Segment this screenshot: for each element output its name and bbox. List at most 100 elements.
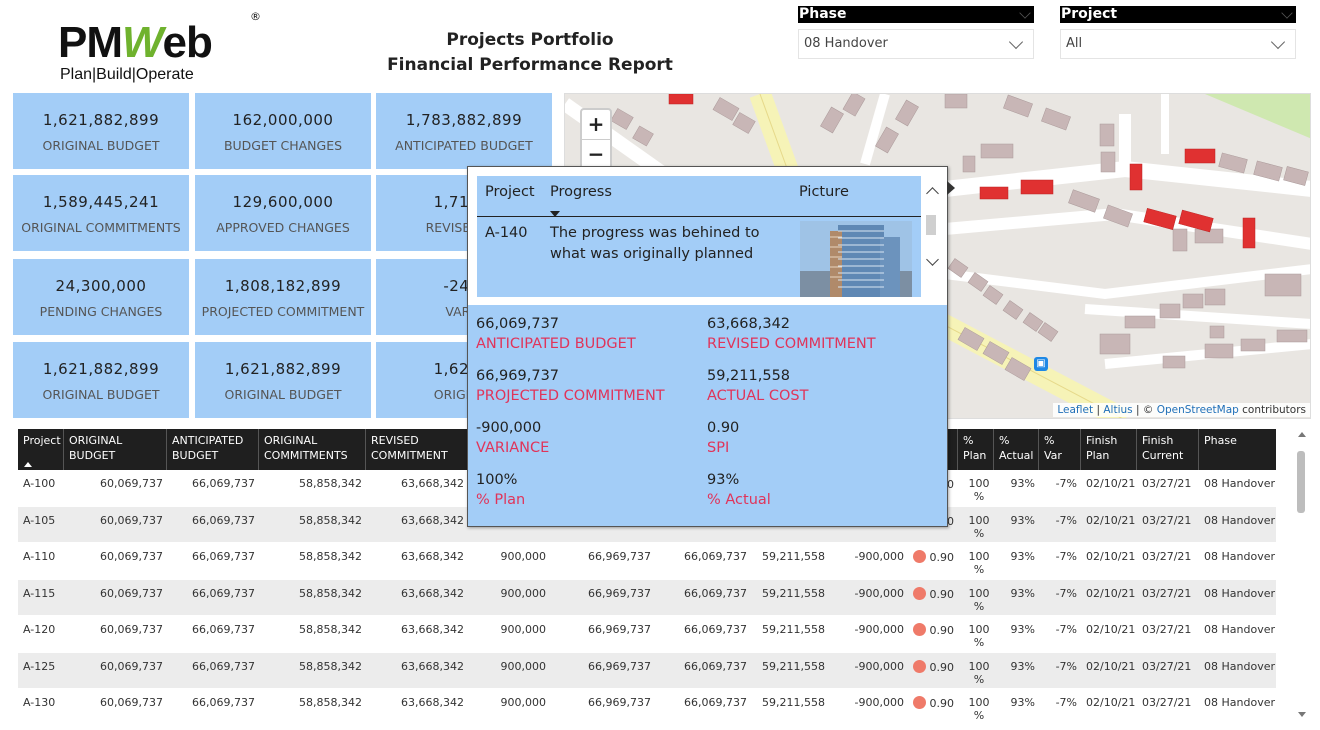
- cell-revised-commitment: 63,668,342: [366, 653, 468, 689]
- cell-text: A-125: [23, 659, 56, 673]
- tooltip-metric: 100% % Plan: [476, 472, 696, 508]
- cell-variance: -900,000: [829, 580, 908, 616]
- column-header-phase[interactable]: Phase: [1199, 429, 1276, 470]
- tooltip-header-project[interactable]: Project: [485, 184, 535, 200]
- column-header-project[interactable]: Project: [18, 429, 64, 470]
- phase-dropdown[interactable]: 08 Handover: [798, 29, 1034, 59]
- column-header-anticipated-budget[interactable]: ANTICIPATED BUDGET: [167, 429, 259, 470]
- tooltip-header-picture[interactable]: Picture: [799, 184, 849, 200]
- tooltip-scrollbar[interactable]: [925, 185, 939, 269]
- chevron-down-icon[interactable]: [1281, 7, 1293, 19]
- column-header-finish-current[interactable]: Finish Current: [1137, 429, 1199, 470]
- kpi-card[interactable]: 162,000,000 BUDGET CHANGES: [195, 93, 371, 169]
- column-header-original-budget[interactable]: ORIGINAL BUDGET: [64, 429, 167, 470]
- cell-text: 100 %: [968, 696, 990, 722]
- table-row[interactable]: A-110 60,069,737 66,069,737 58,858,342 63,66…: [18, 543, 1276, 580]
- altius-link[interactable]: Altius: [1103, 404, 1132, 416]
- sort-ascending-icon[interactable]: [24, 462, 32, 467]
- cell-text: -7%: [1055, 477, 1077, 490]
- metric-label: SPI: [707, 440, 730, 456]
- kpi-card[interactable]: 1,621,882,899 ORIGINAL BUDGET: [13, 93, 189, 169]
- kpi-label: ORIGINAL BUDGET: [224, 387, 342, 402]
- table-row[interactable]: A-125 60,069,737 66,069,737 58,858,342 63,66…: [18, 652, 1276, 689]
- cell-finish-current: 03/27/21: [1137, 543, 1199, 579]
- phase-slicer[interactable]: Phase 08 Handover: [798, 6, 1034, 59]
- cell-project: A-110: [18, 543, 64, 579]
- cell-changes: 900,000: [468, 653, 550, 689]
- kpi-card[interactable]: 1,621,882,899 ORIGINAL BUDGET: [195, 342, 371, 418]
- metric-label: PROJECTED COMMITMENT: [476, 388, 665, 404]
- metric-value: -900,000: [476, 420, 542, 436]
- cell-text: 66,069,737: [192, 696, 255, 709]
- cell-text: 66,969,737: [588, 659, 651, 673]
- cell-pct-var: -7%: [1039, 689, 1081, 725]
- cell-text: 60,069,737: [100, 659, 163, 673]
- kpi-card[interactable]: 24,300,000 PENDING CHANGES: [13, 259, 189, 335]
- kpi-card[interactable]: 1,621,882,899 ORIGINAL BUDGET: [13, 342, 189, 418]
- cell-text: 66,069,737: [192, 586, 255, 600]
- chevron-down-icon[interactable]: [926, 253, 939, 266]
- cell-actual-cost: 59,211,558: [751, 653, 829, 689]
- cell-text: A-100: [23, 477, 56, 490]
- cell-phase: 08 Handover: [1199, 580, 1276, 616]
- kpi-card[interactable]: 1,589,445,241 ORIGINAL COMMITMENTS: [13, 175, 189, 251]
- column-header-pct-var[interactable]: % Var: [1039, 429, 1081, 470]
- cell-text: 66,069,737: [684, 696, 747, 709]
- cell-phase: 08 Handover: [1199, 653, 1276, 689]
- column-header-pct-actual[interactable]: % Actual: [994, 429, 1039, 470]
- tooltip-metric: -900,000 VARIANCE: [476, 420, 696, 456]
- table-row[interactable]: A-115 60,069,737 66,069,737 58,858,342 63,66…: [18, 579, 1276, 616]
- cell-text: 59,211,558: [762, 586, 825, 600]
- tooltip-header-progress[interactable]: Progress: [550, 184, 612, 200]
- map-zoom-control[interactable]: + −: [580, 108, 612, 172]
- scroll-down-icon[interactable]: [1298, 712, 1306, 717]
- cell-text: 66,969,737: [588, 586, 651, 600]
- cell-text: 66,969,737: [588, 696, 651, 709]
- column-header-original-commitments[interactable]: ORIGINAL COMMITMENTS: [259, 429, 366, 470]
- cell-revised-commitment: 63,668,342: [366, 689, 468, 725]
- scroll-thumb[interactable]: [1297, 451, 1305, 513]
- attribution-tail: contributors: [1238, 404, 1306, 416]
- phase-slicer-header: Phase: [798, 6, 1034, 23]
- cell-text: 63,668,342: [401, 659, 464, 673]
- osm-link[interactable]: OpenStreetMap: [1157, 404, 1239, 416]
- cell-revised-commitment: 63,668,342: [366, 580, 468, 616]
- chevron-down-icon[interactable]: [1270, 34, 1286, 50]
- chevron-up-icon[interactable]: [926, 187, 939, 200]
- kpi-card[interactable]: 1,783,882,899 ANTICIPATED BUDGET: [376, 93, 552, 169]
- cell-text: 100 %: [968, 513, 990, 540]
- report-title-line2: Financial Performance Report: [387, 55, 673, 75]
- cell-text: 66,969,737: [588, 623, 651, 636]
- cell-actual-cost: 59,211,558: [751, 689, 829, 725]
- tooltip-scroll-thumb[interactable]: [926, 215, 936, 235]
- column-header-finish-plan[interactable]: Finish Plan: [1081, 429, 1137, 470]
- chevron-down-icon[interactable]: [1008, 34, 1024, 50]
- scroll-up-icon[interactable]: [1298, 432, 1306, 437]
- table-row[interactable]: A-130 60,069,737 66,069,737 58,858,342 63,66…: [18, 689, 1276, 726]
- table-scrollbar[interactable]: [1297, 432, 1307, 717]
- kpi-card[interactable]: 1,808,182,899 PROJECTED COMMITMENT: [195, 259, 371, 335]
- chevron-down-icon[interactable]: [1019, 7, 1031, 19]
- column-header-revised-commitment[interactable]: REVISED COMMITMENT: [366, 429, 468, 470]
- column-header-pct-plan[interactable]: % Plan: [958, 429, 994, 470]
- zoom-in-button[interactable]: +: [582, 110, 610, 140]
- cell-original-commitments: 58,858,342: [259, 653, 366, 689]
- cell-revised-commitment: 63,668,342: [366, 616, 468, 652]
- project-dropdown[interactable]: All: [1060, 29, 1296, 59]
- cell-text: 08 Handover: [1204, 513, 1275, 527]
- table-row[interactable]: A-120 60,069,737 66,069,737 58,858,342 63,66…: [18, 616, 1276, 653]
- cell-text: 63,668,342: [401, 513, 464, 527]
- project-slicer[interactable]: Project All: [1060, 6, 1296, 59]
- project-tooltip: Project Progress Picture A-140 The progr…: [467, 166, 955, 527]
- cell-text: 93%: [1010, 623, 1035, 636]
- status-dot-icon: [912, 696, 926, 709]
- cell-original-budget: 60,069,737: [64, 616, 167, 652]
- leaflet-link[interactable]: Leaflet: [1057, 404, 1093, 416]
- cell-original-commitments: 58,858,342: [259, 689, 366, 725]
- header-label: ANTICIPATED BUDGET: [172, 434, 244, 462]
- cell-project: A-125: [18, 653, 64, 689]
- attribution-separator: |: [1093, 404, 1104, 416]
- cell-original-budget: 60,069,737: [64, 543, 167, 579]
- kpi-card[interactable]: 129,600,000 APPROVED CHANGES: [195, 175, 371, 251]
- cell-spi: 0.90: [908, 616, 958, 652]
